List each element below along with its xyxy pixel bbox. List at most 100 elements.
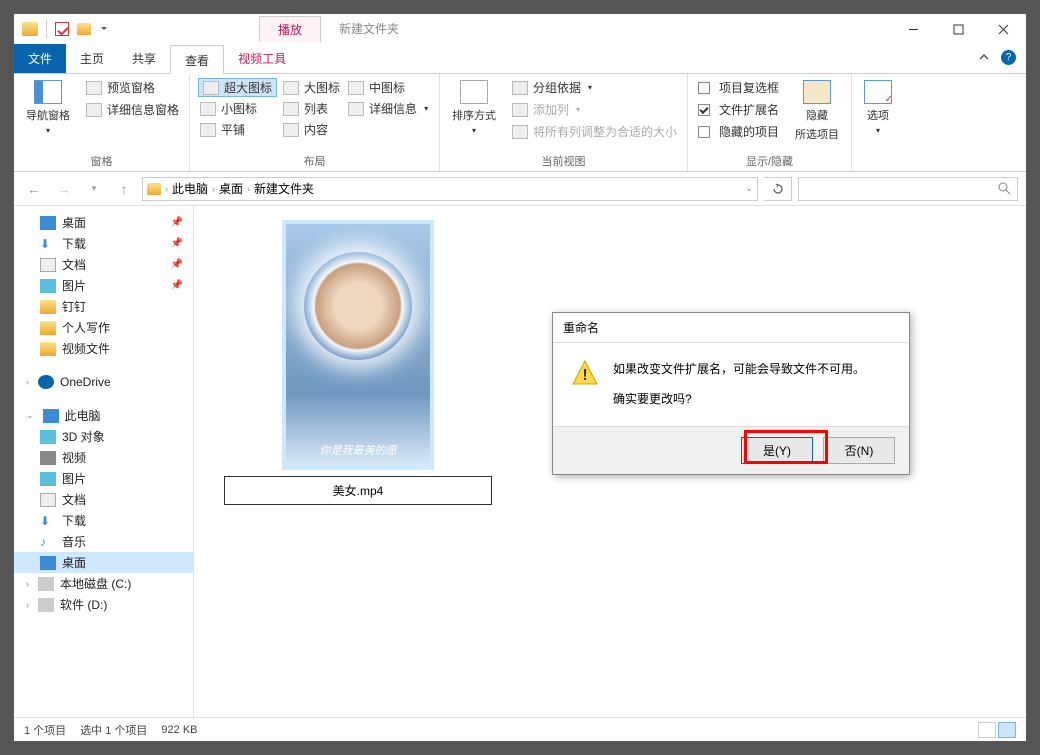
titlebar: 播放 新建文件夹 (14, 14, 1026, 44)
details-pane-button[interactable]: 详细信息窗格 (84, 100, 181, 119)
sidebar-item-video-files[interactable]: 视频文件 (14, 338, 193, 359)
view-medium-icons[interactable]: 中图标 (346, 78, 430, 97)
back-button[interactable]: ← (22, 177, 46, 201)
help-icon[interactable]: ? (1001, 50, 1016, 65)
sidebar-item-drive-d[interactable]: ›软件 (D:) (14, 594, 193, 615)
tab-home[interactable]: 主页 (66, 44, 118, 73)
tab-share[interactable]: 共享 (118, 44, 170, 73)
crumb-folder[interactable]: 新建文件夹 (254, 180, 314, 197)
hide-label-1: 隐藏 (806, 107, 828, 123)
sidebar-item-downloads[interactable]: ⬇下载📌 (14, 233, 193, 254)
group-label-show-hide: 显示/隐藏 (696, 151, 843, 169)
view-extra-large-icons[interactable]: 超大图标 (198, 78, 277, 97)
group-by-button[interactable]: 分组依据▾ (510, 78, 679, 97)
minimize-button[interactable] (891, 14, 936, 44)
window-title: 新建文件夹 (321, 16, 417, 42)
sidebar-item-3d[interactable]: 3D 对象 (14, 426, 193, 447)
status-size: 922 KB (161, 724, 197, 736)
options-button[interactable]: ✓ 选项 ▾ (860, 78, 896, 137)
dialog-message-line1: 如果改变文件扩展名，可能会导致文件不可用。 (613, 359, 865, 381)
ribbon: 导航窗格 ▾ 预览窗格 详细信息窗格 窗格 超大图标 小图标 平铺 大图标 (14, 74, 1026, 172)
group-label-panes: 窗格 (22, 151, 181, 169)
group-label-options (860, 167, 896, 169)
tab-file[interactable]: 文件 (14, 44, 66, 73)
search-box[interactable] (798, 177, 1018, 201)
status-item-count: 1 个项目 (24, 722, 66, 738)
crumb-desktop[interactable]: 桌面 (219, 180, 243, 197)
address-bar-row: ← → ▾ ↑ › 此电脑 › 桌面 › 新建文件夹 ⌄ (14, 172, 1026, 206)
navigation-pane: 桌面📌 ⬇下载📌 文档📌 图片📌 钉钉 个人写作 视频文件 ›OneDrive … (14, 206, 194, 717)
sidebar-item-documents2[interactable]: 文档 (14, 489, 193, 510)
sidebar-item-dingding[interactable]: 钉钉 (14, 296, 193, 317)
file-ext-toggle[interactable]: 文件扩展名 (696, 100, 781, 119)
navigation-pane-button[interactable]: 导航窗格 ▾ (22, 78, 74, 137)
group-options: ✓ 选项 ▾ (852, 74, 904, 171)
add-columns-button[interactable]: 添加列▾ (510, 100, 679, 119)
sort-by-label: 排序方式 (452, 107, 496, 123)
hide-selected-button[interactable]: 隐藏 所选项目 (791, 78, 843, 144)
sidebar-item-onedrive[interactable]: ›OneDrive (14, 373, 193, 391)
rename-dialog: 重命名 ! 如果改变文件扩展名，可能会导致文件不可用。 确实要更改吗? 是(Y)… (552, 312, 910, 475)
yes-button[interactable]: 是(Y) (741, 437, 813, 464)
view-content[interactable]: 内容 (281, 120, 342, 139)
close-button[interactable] (981, 14, 1026, 44)
view-tiles[interactable]: 平铺 (198, 120, 277, 139)
group-panes: 导航窗格 ▾ 预览窗格 详细信息窗格 窗格 (14, 74, 190, 171)
new-folder-icon[interactable] (77, 23, 91, 35)
properties-icon[interactable] (55, 22, 69, 36)
sidebar-item-desktop2[interactable]: 桌面 (14, 552, 193, 573)
maximize-button[interactable] (936, 14, 981, 44)
separator (46, 20, 47, 38)
sidebar-item-pictures2[interactable]: 图片 (14, 468, 193, 489)
sidebar-item-downloads2[interactable]: ⬇下载 (14, 510, 193, 531)
up-button[interactable]: ↑ (112, 177, 136, 201)
status-selected-count: 选中 1 个项目 (80, 722, 147, 738)
pin-icon: 📌 (171, 238, 183, 249)
sidebar-item-desktop[interactable]: 桌面📌 (14, 212, 193, 233)
hidden-items-toggle[interactable]: 隐藏的项目 (696, 122, 781, 141)
sidebar-item-this-pc[interactable]: ⌄此电脑 (14, 405, 193, 426)
chevron-down-icon: ⌄ (26, 410, 34, 421)
crumb-this-pc[interactable]: 此电脑 (172, 180, 208, 197)
svg-text:!: ! (582, 367, 587, 384)
file-name-edit[interactable]: 美女.mp4 (224, 476, 492, 505)
tab-view[interactable]: 查看 (170, 45, 224, 74)
group-show-hide: 项目复选框 文件扩展名 隐藏的项目 隐藏 所选项目 显示/隐藏 (688, 74, 852, 171)
folder-icon (147, 183, 161, 195)
sidebar-item-videos[interactable]: 视频 (14, 447, 193, 468)
sort-by-button[interactable]: 排序方式 ▾ (448, 78, 500, 137)
view-details[interactable]: 详细信息▾ (346, 99, 430, 118)
sidebar-item-local-c[interactable]: ›本地磁盘 (C:) (14, 573, 193, 594)
file-item[interactable]: 你是我最美的愿 美女.mp4 (224, 220, 492, 505)
autosize-columns-button[interactable]: 将所有列调整为合适的大小 (510, 122, 679, 141)
sidebar-item-pictures[interactable]: 图片📌 (14, 275, 193, 296)
preview-pane-button[interactable]: 预览窗格 (84, 78, 181, 97)
sidebar-item-documents[interactable]: 文档📌 (14, 254, 193, 275)
view-small-icons[interactable]: 小图标 (198, 99, 277, 118)
tab-video-tools[interactable]: 视频工具 (224, 44, 300, 73)
status-bar: 1 个项目 选中 1 个项目 922 KB (14, 717, 1026, 741)
chevron-right-icon: › (26, 600, 29, 610)
forward-button[interactable]: → (52, 177, 76, 201)
recent-locations-button[interactable]: ▾ (82, 177, 106, 201)
sidebar-item-personal[interactable]: 个人写作 (14, 317, 193, 338)
collapse-ribbon-icon[interactable] (978, 52, 990, 64)
thumbnail-caption: 你是我最美的愿 (286, 442, 430, 458)
sidebar-item-music[interactable]: ♪音乐 (14, 531, 193, 552)
thumbnail-selection: 你是我最美的愿 (282, 220, 434, 470)
chevron-right-icon: › (26, 377, 29, 387)
group-current-view: 排序方式 ▾ 分组依据▾ 添加列▾ 将所有列调整为合适的大小 当前视图 (440, 74, 688, 171)
address-bar[interactable]: › 此电脑 › 桌面 › 新建文件夹 ⌄ (142, 177, 758, 201)
details-view-toggle[interactable] (978, 722, 996, 738)
qat-dropdown-icon[interactable] (99, 24, 109, 34)
view-list[interactable]: 列表 (281, 99, 342, 118)
no-button[interactable]: 否(N) (823, 437, 895, 464)
annotation-arrow (554, 716, 814, 717)
dialog-message-line2: 确实要更改吗? (613, 389, 865, 411)
refresh-button[interactable] (764, 177, 792, 201)
pin-icon: 📌 (171, 259, 183, 270)
contextual-tab-play: 播放 (259, 16, 321, 42)
view-large-icons[interactable]: 大图标 (281, 78, 342, 97)
thumbnails-view-toggle[interactable] (998, 722, 1016, 738)
item-checkboxes-toggle[interactable]: 项目复选框 (696, 78, 781, 97)
